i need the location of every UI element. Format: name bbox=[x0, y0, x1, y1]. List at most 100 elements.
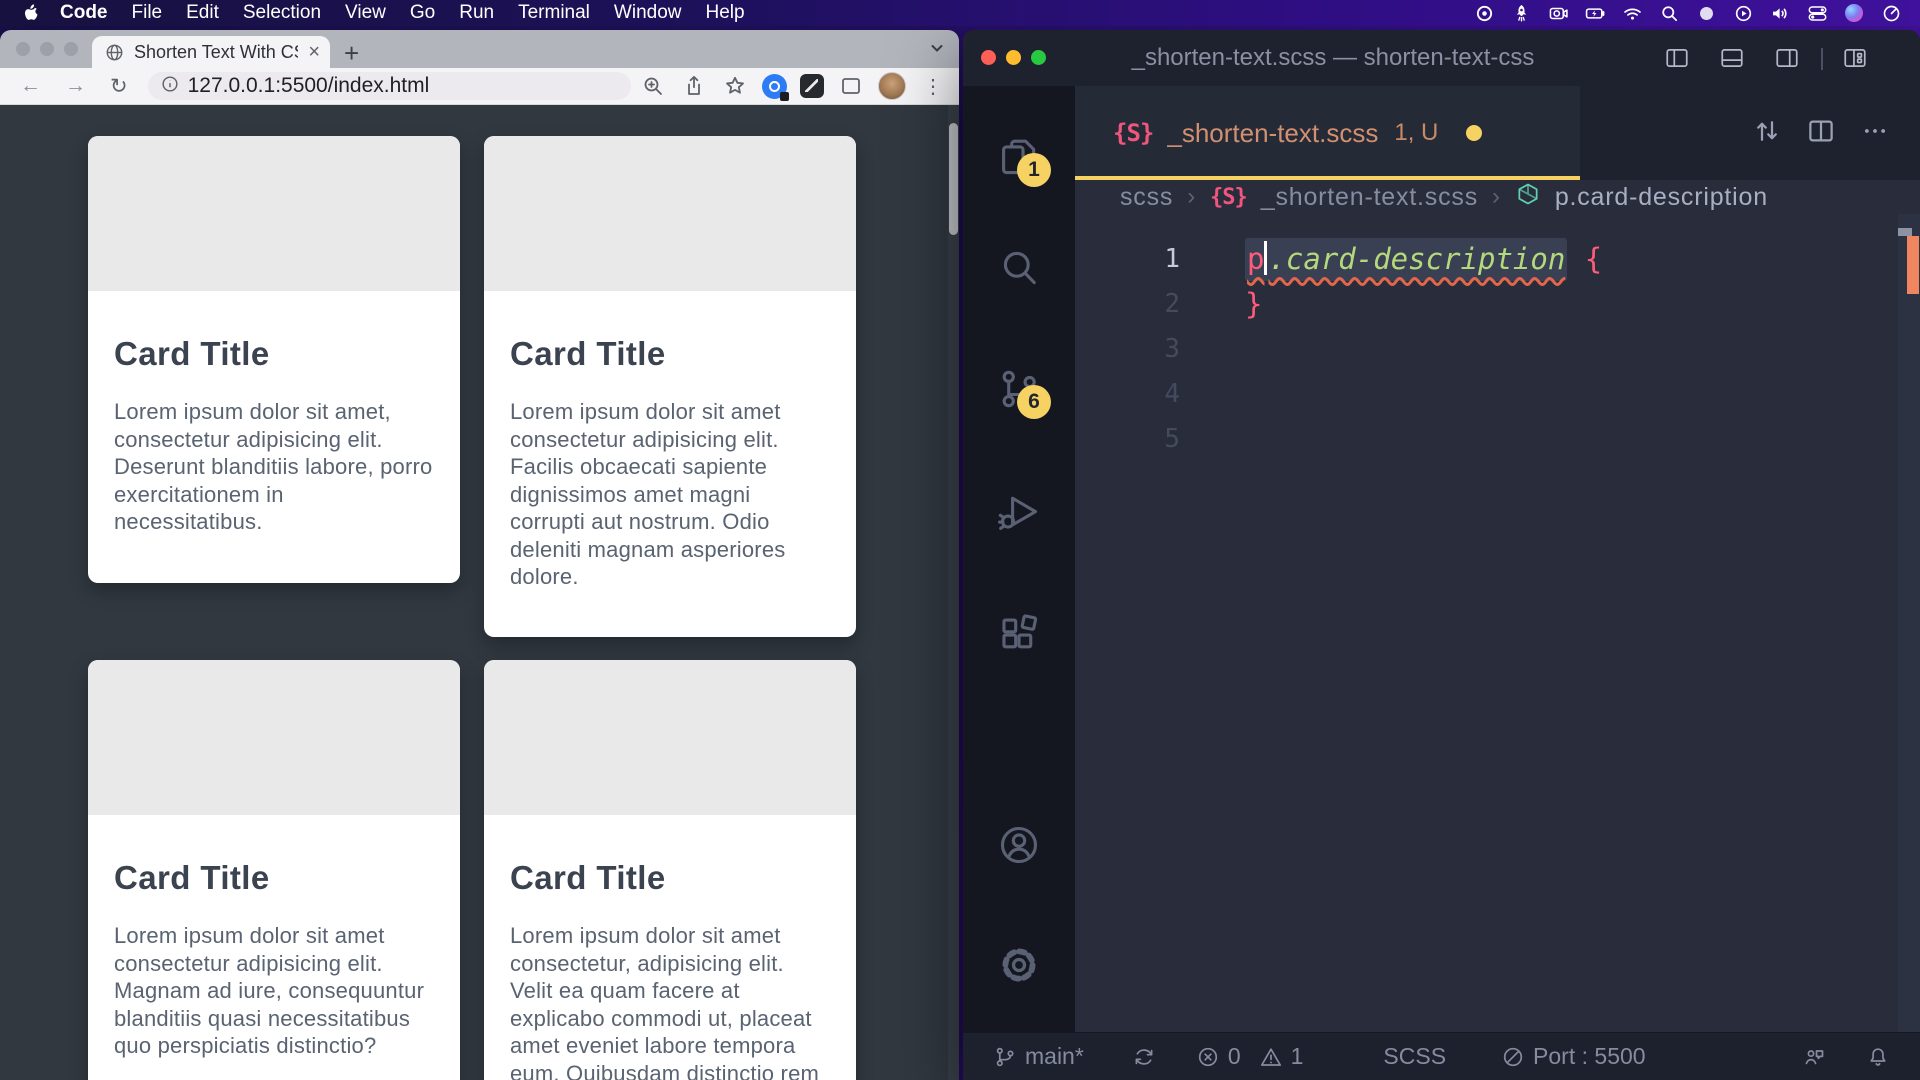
code-line: 5 bbox=[1075, 416, 1920, 461]
editor-scrollbar[interactable] bbox=[1898, 214, 1920, 1032]
menu-run[interactable]: Run bbox=[447, 0, 506, 26]
line-number: 4 bbox=[1075, 379, 1180, 409]
zoom-icon[interactable] bbox=[639, 72, 667, 100]
notifications-bell-icon[interactable] bbox=[1866, 1045, 1890, 1069]
browser-menu-icon[interactable]: ⋮ bbox=[919, 74, 947, 99]
toggle-primary-sidebar-icon[interactable] bbox=[1663, 45, 1691, 71]
rocket-icon[interactable] bbox=[1510, 2, 1532, 24]
menu-file[interactable]: File bbox=[120, 0, 175, 26]
apple-logo-icon[interactable] bbox=[20, 3, 40, 23]
menu-view[interactable]: View bbox=[333, 0, 398, 26]
menu-window[interactable]: Window bbox=[602, 0, 694, 26]
menu-help[interactable]: Help bbox=[694, 0, 757, 26]
search-icon[interactable] bbox=[997, 245, 1041, 289]
back-icon[interactable]: ← bbox=[12, 74, 49, 98]
card-title: Card Title bbox=[510, 859, 830, 897]
broadcast-slash-icon bbox=[1501, 1045, 1525, 1069]
menu-edit[interactable]: Edit bbox=[174, 0, 231, 26]
scrollbar-thumb[interactable] bbox=[949, 123, 958, 235]
card: Card Title Lorem ipsum dolor sit amet co… bbox=[88, 660, 460, 1080]
close-window-button[interactable] bbox=[16, 42, 30, 56]
new-tab-button[interactable]: + bbox=[344, 38, 359, 69]
forward-icon[interactable]: → bbox=[57, 74, 94, 98]
menu-terminal[interactable]: Terminal bbox=[506, 0, 602, 26]
zoom-window-button[interactable] bbox=[1031, 50, 1046, 65]
card: Card Title Lorem ipsum dolor sit amet, c… bbox=[88, 136, 460, 583]
explorer-icon[interactable]: 1 bbox=[997, 135, 1041, 179]
source-control-badge: 6 bbox=[1017, 385, 1051, 419]
profile-avatar[interactable] bbox=[878, 72, 906, 100]
editor-tabbar: {S} _shorten-text.scss 1, U bbox=[1075, 86, 1920, 180]
address-bar[interactable]: 127.0.0.1:5500/index.html bbox=[148, 72, 631, 100]
page-scrollbar[interactable] bbox=[948, 105, 959, 1080]
settings-gear-icon[interactable] bbox=[997, 943, 1041, 987]
card-description: Lorem ipsum dolor sit amet consectetur, … bbox=[510, 922, 830, 1080]
overview-warning-mark bbox=[1907, 236, 1919, 294]
camera-icon[interactable] bbox=[1547, 2, 1569, 24]
browser-tab[interactable]: Shorten Text With CSS × bbox=[92, 36, 330, 68]
language-mode-item[interactable]: SCSS bbox=[1383, 1043, 1446, 1070]
siri-icon[interactable] bbox=[1843, 2, 1865, 24]
status-dot-icon[interactable] bbox=[1695, 2, 1717, 24]
card: Card Title Lorem ipsum dolor sit amet co… bbox=[484, 660, 856, 1080]
line-number: 1 bbox=[1075, 244, 1180, 274]
unsaved-dot-icon[interactable] bbox=[1466, 125, 1482, 141]
feedback-icon[interactable] bbox=[1802, 1045, 1826, 1069]
battery-charging-icon[interactable] bbox=[1584, 2, 1606, 24]
card-image-placeholder bbox=[88, 660, 460, 815]
minimize-window-button[interactable] bbox=[1006, 50, 1021, 65]
scrollbar-thumb[interactable] bbox=[1898, 228, 1912, 236]
screen-record-icon[interactable] bbox=[1473, 2, 1495, 24]
source-control-icon[interactable]: 6 bbox=[997, 367, 1041, 411]
web-page: Card Title Lorem ipsum dolor sit amet, c… bbox=[0, 105, 959, 1080]
bookmark-star-icon[interactable] bbox=[721, 72, 749, 100]
more-actions-icon[interactable] bbox=[1860, 116, 1890, 151]
menu-app-name[interactable]: Code bbox=[48, 0, 120, 26]
account-icon[interactable] bbox=[997, 823, 1041, 867]
code-editor[interactable]: 1 p.card-description { 2 } 3 4 5 bbox=[1075, 214, 1920, 1032]
split-editor-icon[interactable] bbox=[1806, 116, 1836, 151]
menu-go[interactable]: Go bbox=[398, 0, 447, 26]
browser-traffic-lights bbox=[16, 42, 78, 56]
globe-favicon bbox=[105, 43, 124, 62]
toggle-secondary-sidebar-icon[interactable] bbox=[1773, 45, 1801, 71]
browser-window: Shorten Text With CSS × + ← → ↻ 127.0.0.… bbox=[0, 30, 959, 1080]
customize-layout-icon[interactable] bbox=[1841, 45, 1869, 71]
extensions-icon[interactable] bbox=[997, 612, 1041, 656]
share-icon[interactable] bbox=[680, 72, 708, 100]
wifi-icon[interactable] bbox=[1621, 2, 1643, 24]
zoom-window-button[interactable] bbox=[64, 42, 78, 56]
reload-icon[interactable]: ↻ bbox=[102, 74, 136, 99]
live-server-item[interactable]: Port : 5500 bbox=[1501, 1043, 1646, 1070]
scss-selector-token: p bbox=[1247, 242, 1264, 276]
close-window-button[interactable] bbox=[981, 50, 996, 65]
eyedropper-extension-icon[interactable] bbox=[800, 74, 824, 98]
site-info-icon[interactable] bbox=[161, 75, 179, 98]
vscode-traffic-lights bbox=[981, 50, 1046, 65]
breadcrumb-symbol[interactable]: p.card-description bbox=[1555, 183, 1768, 212]
scss-file-icon: {S} bbox=[1210, 185, 1247, 210]
editor-tab-shorten-text-scss[interactable]: {S} _shorten-text.scss 1, U bbox=[1075, 86, 1580, 180]
control-center-icon[interactable] bbox=[1806, 2, 1828, 24]
tab-overflow-chevron-icon[interactable] bbox=[929, 40, 945, 61]
problems-item[interactable]: 0 1 bbox=[1196, 1043, 1304, 1070]
run-debug-icon[interactable] bbox=[997, 490, 1041, 534]
vscode-titlebar: _shorten-text.scss — shorten-text-css bbox=[963, 30, 1920, 86]
sync-icon[interactable] bbox=[1132, 1045, 1156, 1069]
tab-close-icon[interactable]: × bbox=[308, 42, 320, 62]
compare-changes-icon[interactable] bbox=[1752, 116, 1782, 151]
spotlight-search-icon[interactable] bbox=[1658, 2, 1680, 24]
breadcrumb-file[interactable]: _shorten-text.scss bbox=[1261, 183, 1478, 212]
git-branch-item[interactable]: main* bbox=[993, 1043, 1084, 1070]
side-panel-icon[interactable] bbox=[837, 72, 865, 100]
open-brace-token: { bbox=[1585, 242, 1602, 276]
volume-icon[interactable] bbox=[1769, 2, 1791, 24]
breadcrumb-folder[interactable]: scss bbox=[1120, 183, 1173, 212]
clock-icon[interactable] bbox=[1880, 2, 1902, 24]
password-manager-icon[interactable] bbox=[762, 74, 787, 99]
toggle-panel-icon[interactable] bbox=[1718, 45, 1746, 71]
play-circle-icon[interactable] bbox=[1732, 2, 1754, 24]
menu-selection[interactable]: Selection bbox=[231, 0, 333, 26]
minimize-window-button[interactable] bbox=[40, 42, 54, 56]
card-grid: Card Title Lorem ipsum dolor sit amet, c… bbox=[88, 136, 856, 1080]
